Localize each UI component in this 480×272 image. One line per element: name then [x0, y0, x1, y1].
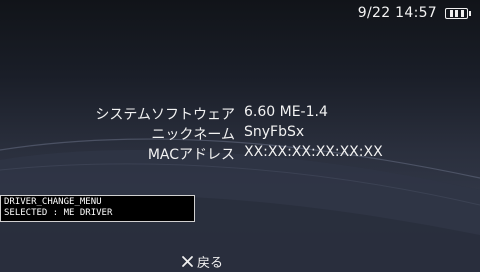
info-row-nickname: ニックネーム SnyFbSx: [0, 124, 480, 144]
system-software-value: 6.60 ME-1.4: [244, 104, 328, 120]
nickname-value: SnyFbSx: [244, 124, 305, 140]
info-row-mac-address: MACアドレス XX:XX:XX:XX:XX:XX: [0, 144, 480, 164]
driver-change-menu-overlay: DRIVER_CHANGE_MENU SELECTED : ME DRIVER: [0, 195, 195, 222]
driver-menu-title: DRIVER_CHANGE_MENU: [4, 197, 102, 207]
mac-address-value: XX:XX:XX:XX:XX:XX: [244, 144, 383, 160]
info-row-system-software: システムソフトウェア 6.60 ME-1.4: [0, 104, 480, 124]
mac-address-label: MACアドレス: [147, 147, 235, 163]
date-time: 9/22 14:57: [357, 5, 437, 21]
cross-button-icon: [182, 255, 193, 267]
psp-system-information-screen: 9/22 14:57 システムソフトウェア 6.60 ME-1.4 ニックネーム…: [0, 0, 480, 272]
back-button[interactable]: 戻る: [181, 252, 224, 271]
back-label: 戻る: [197, 255, 224, 271]
battery-full-icon: [445, 7, 471, 19]
system-software-label: システムソフトウェア: [95, 107, 235, 123]
status-bar: 9/22 14:57: [358, 4, 471, 22]
nickname-label: ニックネーム: [151, 127, 235, 143]
driver-selected-text: SELECTED : ME DRIVER: [4, 208, 113, 218]
